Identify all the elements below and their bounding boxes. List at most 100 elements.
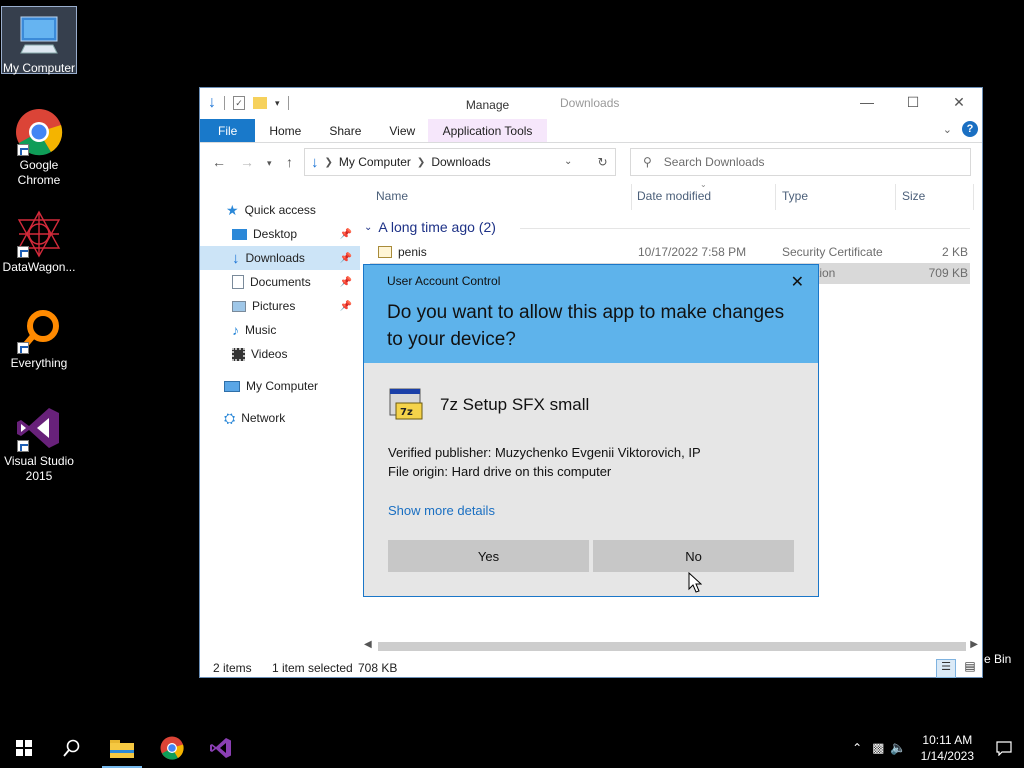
nav-item-desktop[interactable]: Desktop 📌 [200, 222, 360, 246]
forward-arrow-icon[interactable]: → [240, 154, 254, 170]
ribbon-tabs: File Home Share View Application Tools [200, 119, 982, 142]
refresh-icon: ↻ [597, 155, 608, 169]
pin-icon[interactable]: 📌 [340, 301, 352, 312]
desktop-icon-chrome[interactable]: Google Chrome [1, 104, 77, 188]
nav-item-downloads[interactable]: ↓ Downloads 📌 [200, 246, 360, 270]
uac-title: User Account Control [387, 274, 501, 288]
divider [631, 184, 632, 210]
uac-dialog[interactable]: User Account Control ✕ Do you want to al… [363, 264, 819, 597]
chevron-down-icon: ⌄ [364, 221, 373, 233]
pin-icon[interactable]: 📌 [340, 253, 352, 264]
action-center-icon[interactable] [984, 728, 1024, 768]
address-history-dropdown-icon[interactable]: ⌄ [564, 156, 572, 167]
desktop-icon-label: Visual Studio 2015 [4, 454, 74, 483]
documents-icon [232, 275, 244, 289]
shortcut-arrow-icon [17, 440, 29, 452]
tab-application-tools[interactable]: Application Tools [428, 119, 547, 142]
pin-icon[interactable]: 📌 [340, 277, 352, 288]
volume-icon[interactable]: 🔈 [890, 740, 906, 756]
taskbar-chrome[interactable] [148, 728, 196, 768]
datawagon-icon [15, 210, 63, 258]
help-icon[interactable]: ? [962, 121, 978, 137]
uac-question: Do you want to allow this app to make ch… [387, 302, 785, 350]
tab-view[interactable]: View [375, 119, 429, 142]
minimize-button[interactable]: — [844, 88, 890, 116]
desktop-icon-visual-studio[interactable]: Visual Studio 2015 [1, 400, 77, 484]
file-row[interactable]: penis 10/17/2022 7:58 PM Security Certif… [370, 242, 970, 263]
window-controls: — ☐ ✕ [844, 88, 982, 116]
scroll-right-icon[interactable]: ▶ [970, 639, 978, 650]
back-arrow-icon[interactable]: ← [212, 154, 226, 170]
show-more-details-link[interactable]: Show more details [388, 503, 495, 518]
show-hidden-icons-icon[interactable]: ⌃ [852, 741, 862, 755]
chevron-right-icon[interactable]: ❯ [417, 157, 425, 168]
nav-item-quick-access[interactable]: ★ Quick access [200, 198, 360, 222]
tab-share[interactable]: Share [315, 119, 375, 142]
group-header[interactable]: ⌄ A long time ago (2) [364, 219, 496, 235]
pin-icon[interactable]: 📌 [340, 229, 352, 240]
breadcrumb-downloads[interactable]: Downloads [431, 155, 490, 169]
tab-home[interactable]: Home [255, 119, 315, 142]
nav-item-music[interactable]: ♪ Music [200, 318, 360, 342]
title-bar[interactable]: ↓ ✓ ▾ Manage Downloads — ☐ ✕ [200, 88, 982, 120]
taskbar-visual-studio[interactable] [197, 728, 245, 768]
nav-item-network[interactable]: ⛭ Network [200, 406, 360, 430]
status-selected-count: 1 item selected [272, 661, 353, 675]
7z-setup-icon: 7z [388, 383, 428, 426]
horizontal-scrollbar[interactable]: ◀ ▶ [360, 638, 982, 655]
nav-item-label: My Computer [246, 379, 319, 393]
search-input[interactable]: ⚲ Search Downloads [630, 148, 971, 176]
column-header-date[interactable]: Date modified [637, 189, 711, 209]
new-folder-icon[interactable] [253, 97, 267, 109]
nav-item-documents[interactable]: Documents 📌 [200, 270, 360, 294]
music-icon: ♪ [232, 322, 239, 338]
scroll-left-icon[interactable]: ◀ [364, 639, 372, 650]
nav-item-my-computer[interactable]: My Computer [200, 374, 360, 398]
sort-indicator-icon: ⌄ [700, 180, 707, 189]
navigation-pane: ★ Quick access Desktop 📌 ↓ Downloads 📌 D… [200, 198, 360, 430]
customize-qat-icon[interactable]: ▾ [275, 98, 280, 109]
properties-icon[interactable]: ✓ [233, 96, 245, 110]
column-header-size[interactable]: Size [902, 189, 925, 209]
chevron-right-icon[interactable]: ❯ [325, 157, 333, 168]
svg-text:7z: 7z [400, 407, 413, 418]
column-header-name[interactable]: Name [376, 189, 408, 209]
clock-time: 10:11 AM [922, 733, 973, 747]
start-button[interactable] [0, 728, 48, 768]
status-selected-size: 708 KB [358, 661, 398, 675]
computer-icon [15, 11, 63, 59]
maximize-button[interactable]: ☐ [890, 88, 936, 116]
desktop-icon-datawagon[interactable]: DataWagon... [1, 206, 77, 275]
expand-ribbon-icon[interactable]: ⌄ [943, 123, 952, 136]
tab-file[interactable]: File [200, 119, 256, 142]
breadcrumb-my-computer[interactable]: My Computer [339, 155, 411, 169]
close-icon[interactable]: ✕ [791, 272, 804, 292]
clock[interactable]: 10:11 AM 1/14/2023 [921, 732, 974, 764]
download-arrow-icon: ↓ [208, 94, 216, 111]
refresh-button[interactable]: ↻ [590, 148, 616, 176]
close-button[interactable]: ✕ [936, 88, 982, 116]
yes-button[interactable]: Yes [388, 540, 589, 572]
divider [224, 96, 225, 110]
nav-item-pictures[interactable]: Pictures 📌 [200, 294, 360, 318]
pictures-icon [232, 300, 246, 312]
divider [520, 228, 970, 229]
desktop-icon-label: Google Chrome [17, 158, 61, 187]
desktop-icon-everything[interactable]: Everything [1, 302, 77, 371]
nav-item-videos[interactable]: Videos [200, 342, 360, 366]
windows-logo-icon [16, 740, 32, 756]
large-icons-view-icon[interactable]: ▤ [960, 659, 980, 678]
desktop-icon-my-computer[interactable]: My Computer [1, 6, 77, 75]
column-header-type[interactable]: Type [782, 189, 808, 209]
taskbar-file-explorer[interactable] [98, 728, 146, 768]
search-button[interactable] [48, 728, 96, 768]
network-status-icon[interactable]: ▩ [872, 740, 884, 756]
uac-publisher: Verified publisher: Muzychenko Evgenii V… [388, 445, 701, 460]
nav-item-label: Downloads [245, 251, 305, 265]
no-button[interactable]: No [593, 540, 794, 572]
up-arrow-icon[interactable]: ↑ [286, 154, 293, 170]
details-view-icon[interactable]: ☰ [936, 659, 956, 678]
recent-locations-icon[interactable]: ▾ [267, 158, 272, 169]
navigation-bar: ← → ▾ ↑ ↓ ❯ My Computer ❯ Downloads ⌄ ↻ … [200, 147, 982, 177]
scrollbar-thumb[interactable] [378, 642, 966, 651]
